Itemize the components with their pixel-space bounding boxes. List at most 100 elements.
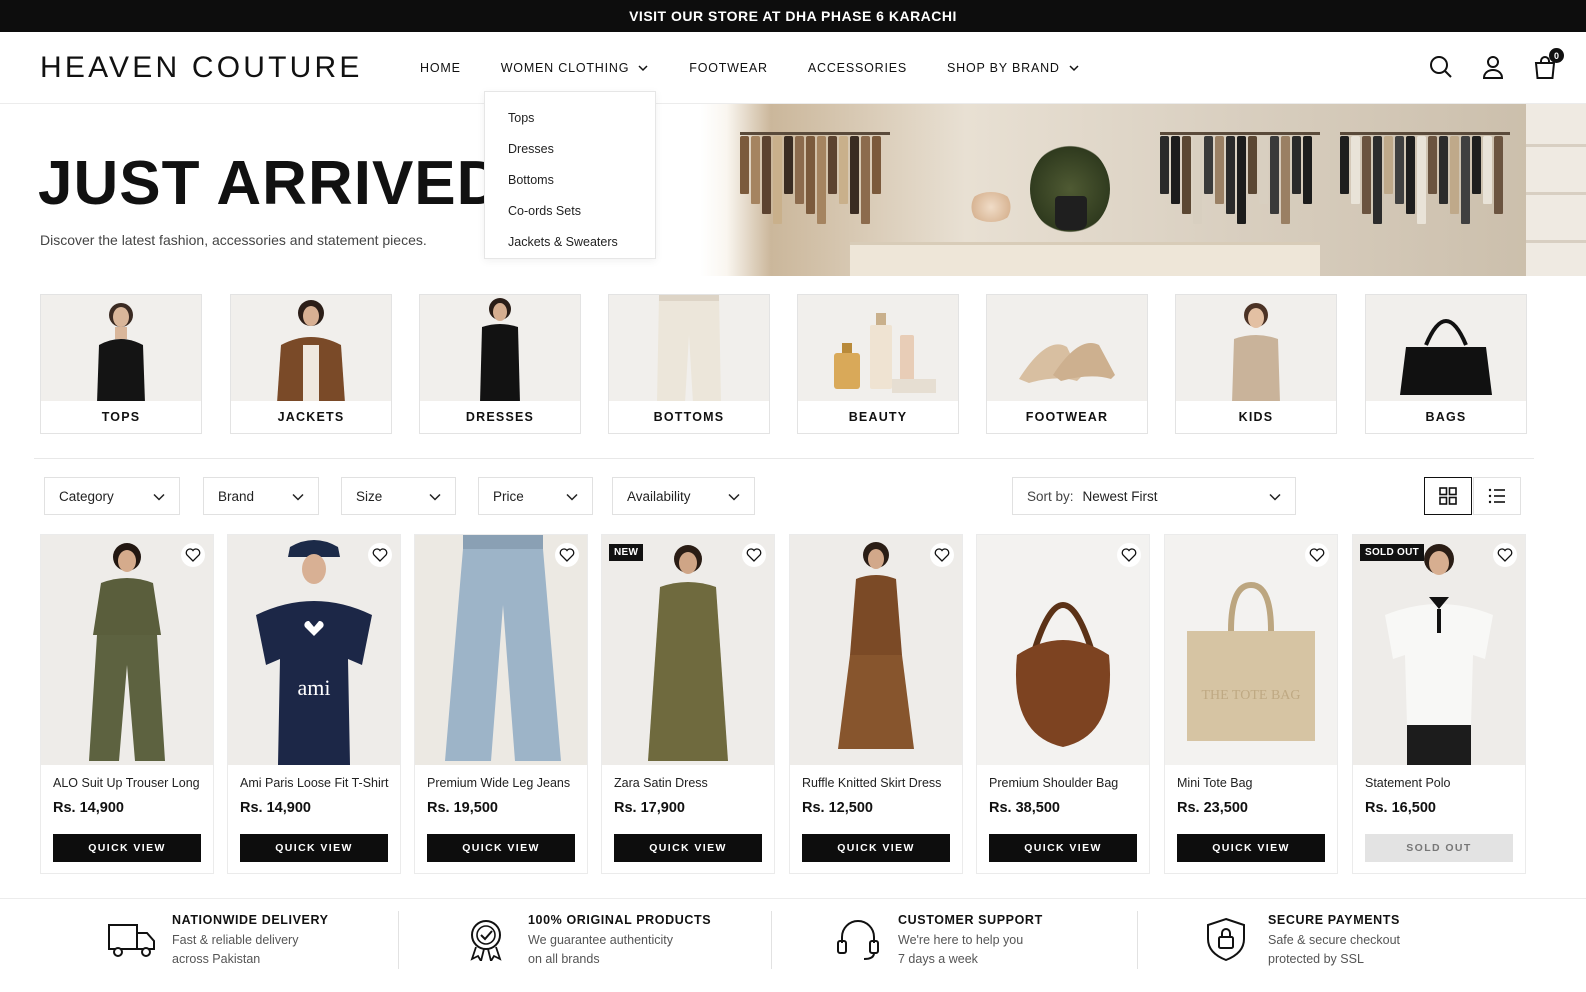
hanging-garment — [740, 136, 749, 194]
category-card-jackets[interactable]: JACKETS — [230, 294, 392, 434]
quick-view-button[interactable]: QUICK VIEW — [53, 834, 201, 862]
nav-accessories-label: ACCESSORIES — [807, 61, 907, 75]
filter-brand[interactable]: Brand — [203, 477, 319, 515]
product-name[interactable]: Premium Wide Leg Jeans — [427, 776, 570, 790]
heart-icon[interactable] — [555, 543, 579, 567]
product-name[interactable]: Ruffle Knitted Skirt Dress — [802, 776, 941, 790]
dropdown-item-co-ords[interactable]: Co-ords Sets — [485, 195, 655, 226]
filter-category[interactable]: Category — [44, 477, 180, 515]
product-card[interactable]: Premium Shoulder Bag Rs. 38,500 QUICK VI… — [976, 534, 1150, 874]
quick-view-button[interactable]: QUICK VIEW — [1177, 834, 1325, 862]
heart-icon[interactable] — [930, 543, 954, 567]
product-name[interactable]: Premium Shoulder Bag — [989, 776, 1118, 790]
hanging-garment — [1395, 136, 1404, 204]
product-name[interactable]: Mini Tote Bag — [1177, 776, 1253, 790]
product-image[interactable]: THE TOTE BAG — [1165, 535, 1337, 765]
feature-line: Safe & secure checkout — [1268, 933, 1401, 947]
product-price: Rs. 16,500 — [1365, 800, 1436, 816]
product-name[interactable]: Zara Satin Dress — [614, 776, 708, 790]
category-image — [231, 295, 391, 403]
dropdown-item-dresses[interactable]: Dresses — [485, 133, 655, 164]
product-name[interactable]: Statement Polo — [1365, 776, 1450, 790]
announcement-text: VISIT OUR STORE AT DHA PHASE 6 KARACHI — [629, 8, 957, 24]
chevron-down-icon — [153, 493, 165, 501]
quick-view-button[interactable]: QUICK VIEW — [240, 834, 388, 862]
product-card[interactable]: ALO Suit Up Trouser Long Rs. 14,900 QUIC… — [40, 534, 214, 874]
heart-icon[interactable] — [1493, 543, 1517, 567]
product-image[interactable]: ami — [228, 535, 400, 765]
filter-category-label: Category — [59, 488, 114, 504]
cart-icon[interactable]: 0 — [1532, 48, 1564, 80]
product-image[interactable] — [41, 535, 213, 765]
category-image — [1176, 295, 1336, 403]
filter-availability[interactable]: Availability — [612, 477, 755, 515]
heart-icon[interactable] — [1305, 543, 1329, 567]
header-actions: 0 — [1428, 48, 1564, 80]
heart-icon[interactable] — [368, 543, 392, 567]
product-card[interactable]: Ruffle Knitted Skirt Dress Rs. 12,500 QU… — [789, 534, 963, 874]
quick-view-button[interactable]: QUICK VIEW — [802, 834, 950, 862]
category-label: FOOTWEAR — [987, 401, 1147, 433]
feature-title: SECURE PAYMENTS — [1268, 913, 1400, 927]
category-label: JACKETS — [231, 401, 391, 433]
dropdown-item-tops[interactable]: Tops — [485, 102, 655, 133]
category-card-footwear[interactable]: FOOTWEAR — [986, 294, 1148, 434]
nav-shop-by-brand[interactable]: SHOP BY BRAND — [947, 61, 1080, 75]
category-image — [609, 295, 769, 403]
heart-icon[interactable] — [742, 543, 766, 567]
product-price: Rs. 14,900 — [240, 800, 311, 816]
category-card-kids[interactable]: KIDS — [1175, 294, 1337, 434]
display-table — [850, 242, 1320, 276]
hanging-garment — [1292, 136, 1301, 194]
product-card[interactable]: SOLD OUT Statement Polo Rs. 16,500 SOLD … — [1352, 534, 1526, 874]
category-image — [41, 295, 201, 403]
chevron-down-icon — [429, 493, 441, 501]
hanging-garment — [1193, 136, 1202, 224]
product-price: Rs. 23,500 — [1177, 800, 1248, 816]
grid-view-button[interactable] — [1424, 477, 1472, 515]
product-image[interactable] — [1353, 535, 1525, 765]
quick-view-button[interactable]: QUICK VIEW — [427, 834, 575, 862]
sort-select[interactable]: Sort by: Newest First — [1012, 477, 1296, 515]
brand-logo[interactable]: HEAVEN COUTURE — [40, 51, 363, 85]
hanging-garment — [1182, 136, 1191, 214]
category-image — [1366, 295, 1526, 403]
hanging-garment — [1340, 136, 1349, 194]
dropdown-item-jackets[interactable]: Jackets & Sweaters — [485, 226, 655, 257]
dropdown-item-bottoms[interactable]: Bottoms — [485, 164, 655, 195]
product-name[interactable]: ALO Suit Up Trouser Long — [53, 776, 200, 790]
category-card-dresses[interactable]: DRESSES — [419, 294, 581, 434]
heart-icon[interactable] — [181, 543, 205, 567]
feature-delivery: NATIONWIDE DELIVERY Fast & reliable deli… — [108, 899, 388, 992]
product-card[interactable]: ami Ami Paris Loose Fit T-Shirt Rs. 14,9… — [227, 534, 401, 874]
product-card[interactable]: THE TOTE BAG Mini Tote Bag Rs. 23,500 QU… — [1164, 534, 1338, 874]
product-image[interactable] — [977, 535, 1149, 765]
nav-footwear[interactable]: FOOTWEAR — [689, 61, 768, 75]
category-card-bottoms[interactable]: BOTTOMS — [608, 294, 770, 434]
search-icon[interactable] — [1428, 54, 1454, 80]
quick-view-button[interactable]: QUICK VIEW — [989, 834, 1137, 862]
heart-icon[interactable] — [1117, 543, 1141, 567]
product-name[interactable]: Ami Paris Loose Fit T-Shirt — [240, 776, 388, 790]
category-card-bags[interactable]: BAGS — [1365, 294, 1527, 434]
feature-line: 7 days a week — [898, 952, 978, 966]
feature-line: on all brands — [528, 952, 600, 966]
product-image[interactable] — [790, 535, 962, 765]
category-card-tops[interactable]: TOPS — [40, 294, 202, 434]
product-image[interactable] — [415, 535, 587, 765]
filter-price[interactable]: Price — [478, 477, 593, 515]
account-icon[interactable] — [1480, 54, 1506, 80]
quick-view-button[interactable]: QUICK VIEW — [614, 834, 762, 862]
category-card-beauty[interactable]: BEAUTY — [797, 294, 959, 434]
list-view-button[interactable] — [1473, 477, 1521, 515]
nav-women-clothing[interactable]: WOMEN CLOTHING — [501, 61, 650, 75]
nav-accessories[interactable]: ACCESSORIES — [808, 61, 907, 75]
nav-home[interactable]: HOME — [420, 61, 461, 75]
product-price: Rs. 14,900 — [53, 800, 124, 816]
feature-title: CUSTOMER SUPPORT — [898, 913, 1043, 927]
product-card[interactable]: NEW Zara Satin Dress Rs. 17,900 QUICK VI… — [601, 534, 775, 874]
product-image[interactable] — [602, 535, 774, 765]
product-card[interactable]: Premium Wide Leg Jeans Rs. 19,500 QUICK … — [414, 534, 588, 874]
filter-size[interactable]: Size — [341, 477, 456, 515]
feature-line: We're here to help you — [898, 933, 1024, 947]
